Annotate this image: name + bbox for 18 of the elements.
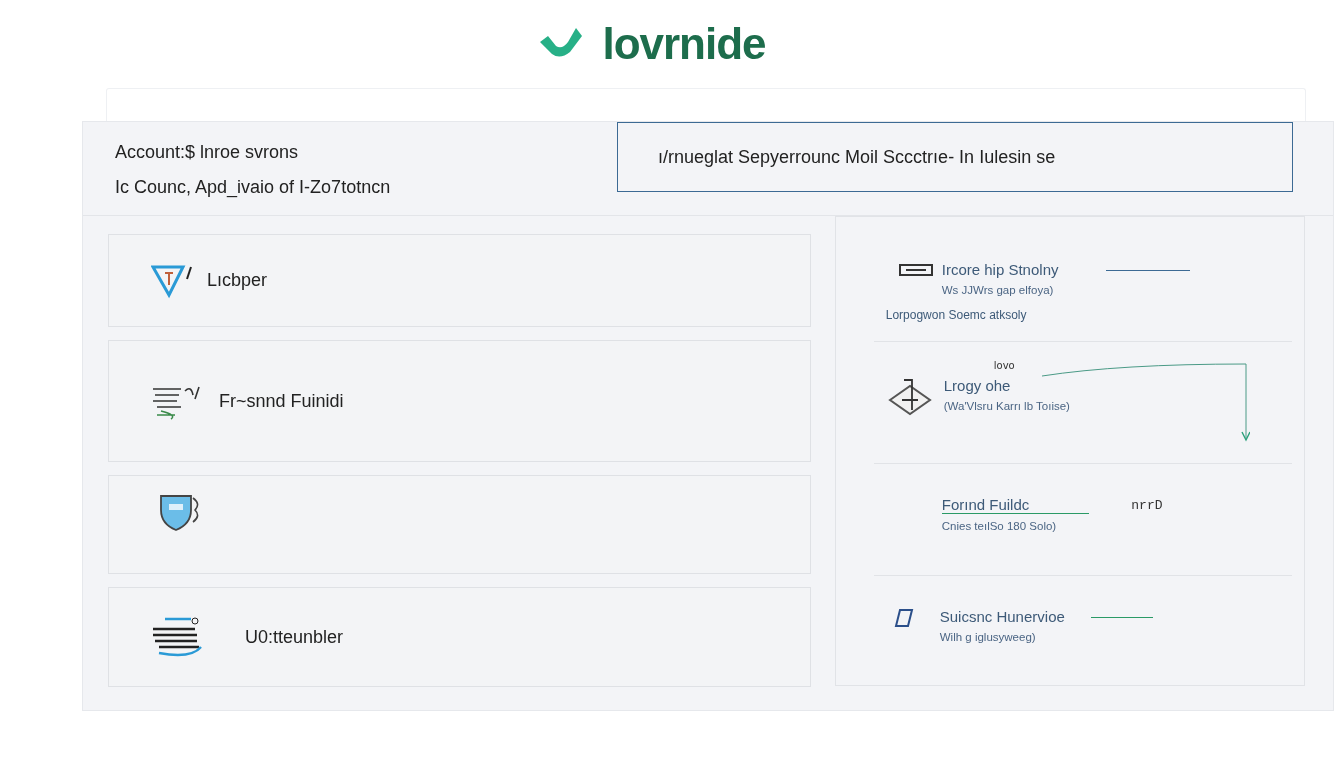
section-subtitle: (Wa'Vlsru Karrı lb Toıise)	[943, 400, 1070, 412]
card-label: U0:tteunbler	[245, 626, 344, 648]
section-subtitle: Ws JJWrs gap elfoya)	[941, 284, 1055, 296]
card-label: Fr~snnd Fuinidi	[219, 390, 344, 412]
section-title: Forınd Fuildc	[941, 496, 1090, 514]
logo-text: lovrnide	[602, 19, 766, 69]
banner: ı/rnueglat Sepyerrounc Moil Scсctrıe- In Iulesin se	[617, 122, 1293, 192]
mark-label: nrrD	[1131, 498, 1163, 513]
page-subtitle: Ic Counc, Apd_ivaio of I-Zo7totncn	[115, 177, 391, 198]
tag-label: lovo	[993, 360, 1016, 371]
page-title: Account:$ lnroe svrons	[115, 142, 300, 163]
section-subtitle: Wilh g iglusyweeg)	[939, 631, 1037, 643]
card-label: Lıcbper	[207, 270, 268, 291]
section-title: Suicsnc Hunervioe	[939, 608, 1065, 625]
section-subtitle: Cnies teılSo 180 Solo)	[941, 520, 1058, 532]
section-title: Lrogy ohe	[943, 377, 1012, 394]
section-title: Ircore hip Stnolny	[941, 261, 1059, 278]
section-note: Lorpogwon Soemc atksoly	[885, 308, 1028, 322]
